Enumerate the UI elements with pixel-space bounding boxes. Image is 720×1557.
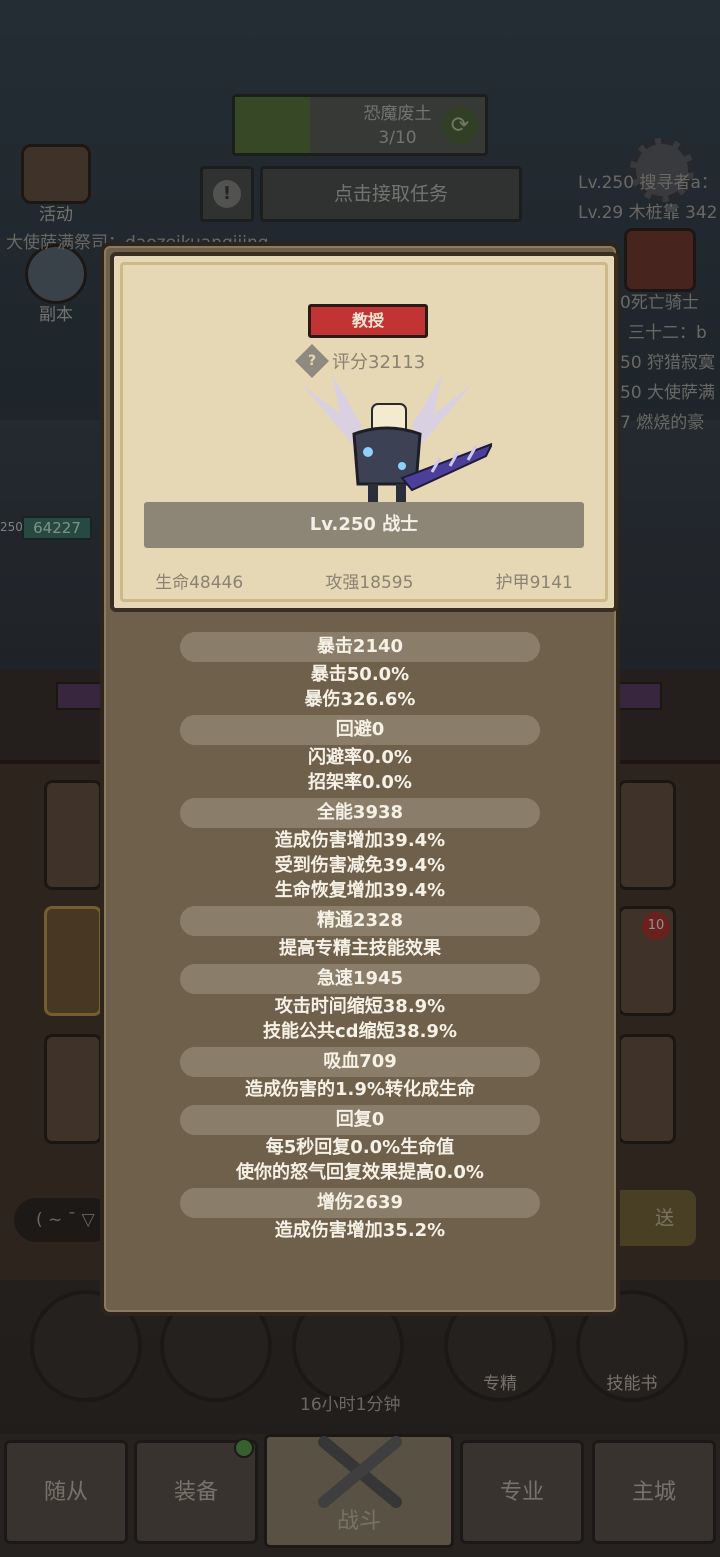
attribute-detail: 受到伤害减免39.4% [274,855,446,876]
attribute-detail: 使你的怒气回复效果提高0.0% [236,1162,484,1183]
attribute-header: 回避0 [180,715,540,745]
attribute-header: 增伤2639 [180,1188,540,1218]
armor-stat: 护甲9141 [495,573,573,593]
character-card: 教授 ? 评分32113 Lv.250 战士 生命48446 攻强18595 护… [110,252,618,612]
attribute-header: 吸血709 [180,1047,540,1077]
attribute-damage-bonus: 增伤2639 造成伤害增加35.2% [104,1188,616,1243]
attribute-detail: 生命恢复增加39.4% [274,880,446,901]
attribute-regen: 回复0 每5秒回复0.0%生命值 使你的怒气回复效果提高0.0% [104,1105,616,1185]
attribute-detail: 攻击时间缩短38.9% [274,996,446,1017]
attribute-avoidance: 回避0 闪避率0.0% 招架率0.0% [104,715,616,795]
base-stats-row: 生命48446 攻强18595 护甲9141 [114,568,614,593]
attribute-header: 全能3938 [180,798,540,828]
attribute-detail: 每5秒回复0.0%生命值 [265,1137,455,1158]
score-row: ? 评分32113 [295,344,426,378]
title-badge: 教授 [308,304,428,338]
attribute-leech: 吸血709 造成伤害的1.9%转化成生命 [104,1047,616,1102]
attribute-header: 精通2328 [180,906,540,936]
help-icon[interactable]: ? [295,344,329,378]
attribute-detail: 技能公共cd缩短38.9% [262,1021,457,1042]
attribute-detail: 造成伤害增加35.2% [274,1220,446,1241]
attribute-list: 暴击2140 暴击50.0% 暴伤326.6% 回避0 闪避率0.0% 招架率0… [104,632,616,1243]
attribute-crit: 暴击2140 暴击50.0% 暴伤326.6% [104,632,616,712]
attribute-header: 急速1945 [180,964,540,994]
attack-power-stat: 攻强18595 [325,573,414,593]
warrior-character-portrait [302,374,492,508]
attribute-detail: 暴伤326.6% [304,689,416,710]
level-class-label: Lv.250 战士 [144,502,584,548]
attribute-versatility: 全能3938 造成伤害增加39.4% 受到伤害减免39.4% 生命恢复增加39.… [104,798,616,903]
attribute-detail: 提高专精主技能效果 [279,938,441,959]
attribute-detail: 闪避率0.0% [308,747,412,768]
attribute-detail: 暴击50.0% [310,664,410,685]
attribute-detail: 招架率0.0% [308,772,412,793]
score-text: 评分32113 [332,352,426,373]
attribute-haste: 急速1945 攻击时间缩短38.9% 技能公共cd缩短38.9% [104,964,616,1044]
attribute-detail: 造成伤害的1.9%转化成生命 [245,1079,475,1100]
attribute-detail: 造成伤害增加39.4% [274,830,446,851]
attribute-header: 暴击2140 [180,632,540,662]
health-stat: 生命48446 [155,573,244,593]
attribute-header: 回复0 [180,1105,540,1135]
attribute-mastery: 精通2328 提高专精主技能效果 [104,906,616,961]
character-stats-panel: 教授 ? 评分32113 Lv.250 战士 生命48446 攻强18595 护… [100,242,620,1316]
